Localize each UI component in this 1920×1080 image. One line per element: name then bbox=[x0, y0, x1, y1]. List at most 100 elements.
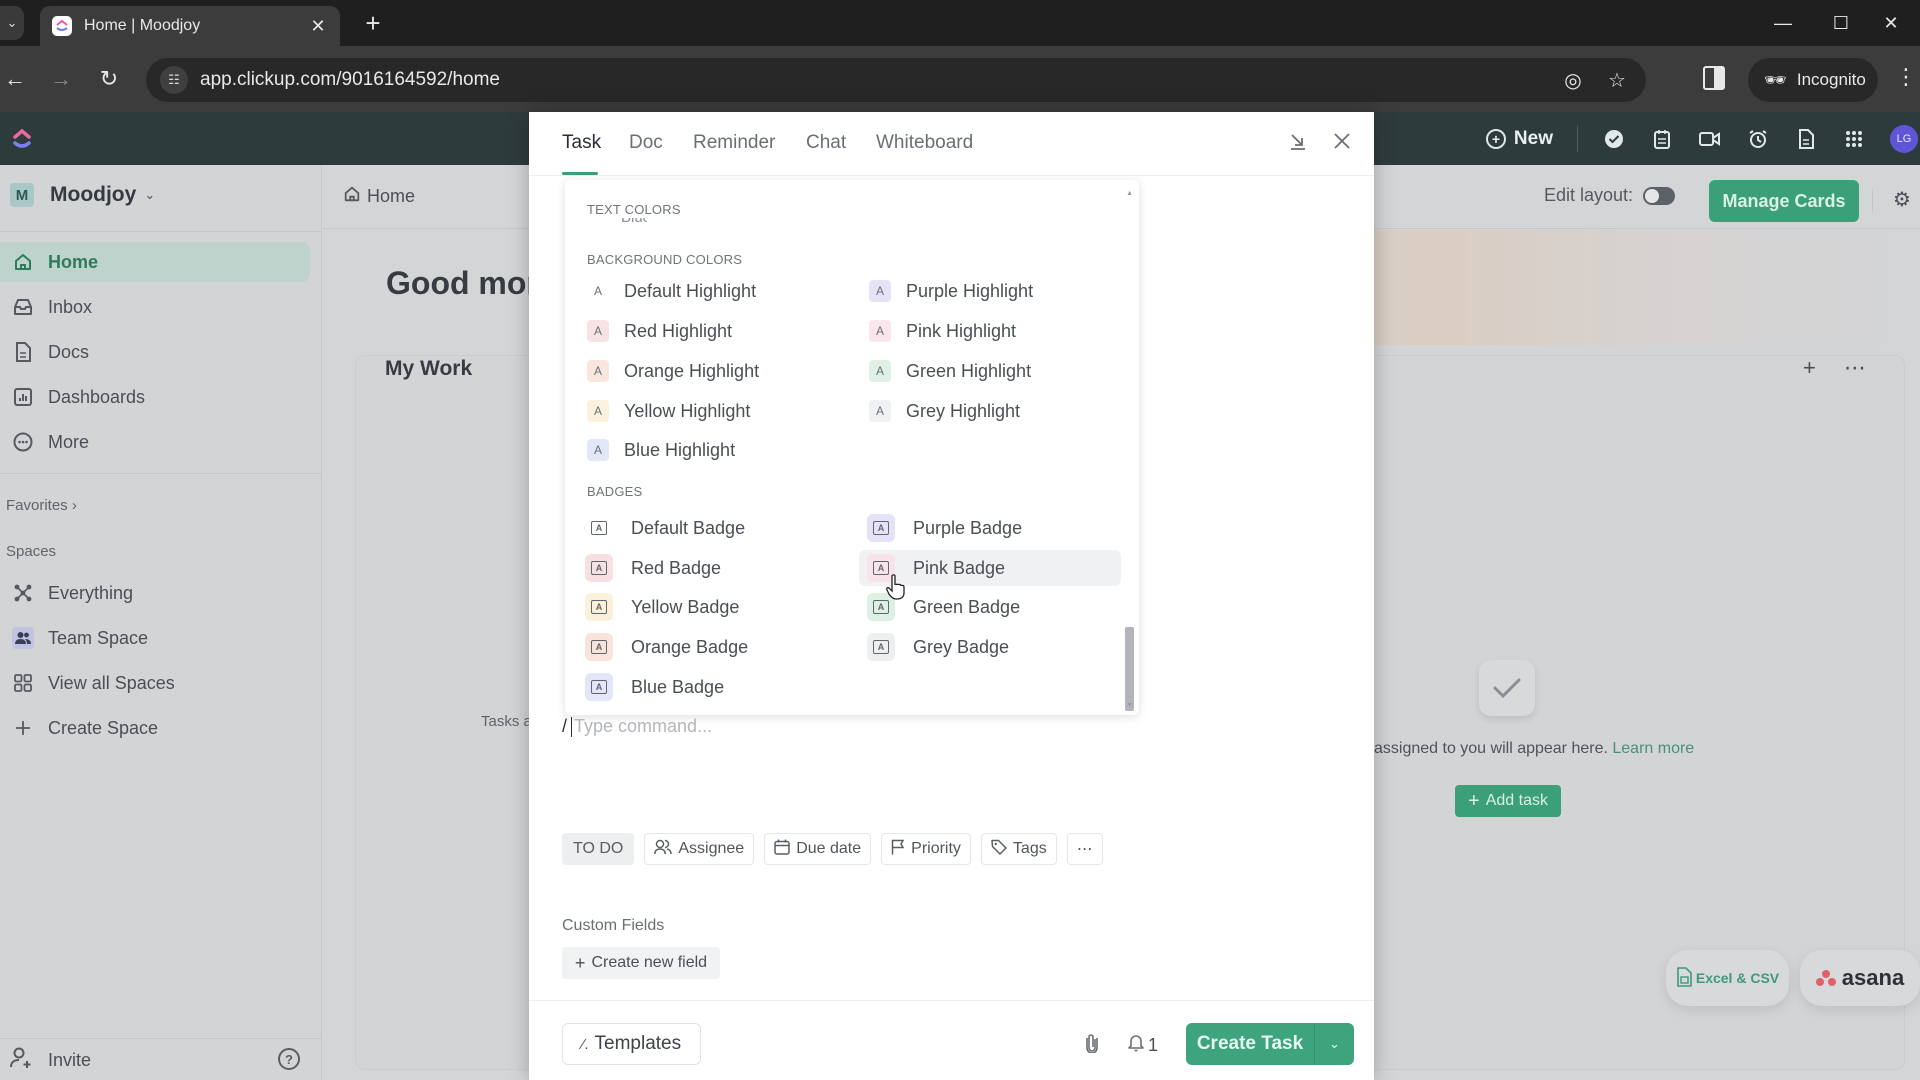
side-panel-icon[interactable] bbox=[1703, 66, 1725, 90]
grey-highlight-option[interactable]: A Grey Highlight bbox=[867, 393, 1127, 429]
clickup-logo-icon[interactable] bbox=[10, 125, 34, 153]
tracking-protection-eye-off-icon[interactable]: ◎ bbox=[1558, 68, 1588, 93]
video-icon[interactable] bbox=[1698, 127, 1722, 151]
tab-close-icon[interactable]: ✕ bbox=[308, 16, 328, 37]
incognito-badge[interactable]: 🕶 Incognito bbox=[1748, 58, 1878, 102]
tab-whiteboard[interactable]: Whiteboard bbox=[876, 132, 973, 154]
yellow-badge-option[interactable]: A Yellow Badge bbox=[585, 589, 845, 625]
sidebar-create-space[interactable]: Create Space bbox=[0, 708, 310, 748]
active-tab-indicator bbox=[562, 172, 598, 175]
purple-highlight-option[interactable]: A Purple Highlight bbox=[867, 273, 1127, 309]
tab-reminder[interactable]: Reminder bbox=[693, 132, 775, 154]
badge-swatch-icon: A bbox=[585, 514, 613, 542]
check-circle-icon[interactable] bbox=[1602, 127, 1626, 151]
tab-doc[interactable]: Doc bbox=[629, 132, 663, 154]
notification-bell-button[interactable]: 1 bbox=[1128, 1033, 1158, 1057]
sidebar-view-all-spaces[interactable]: View all Spaces bbox=[0, 663, 310, 703]
sidebar-divider bbox=[0, 473, 322, 474]
assignee-button[interactable]: Assignee bbox=[644, 833, 755, 865]
new-button[interactable]: + New bbox=[1485, 128, 1553, 150]
minimize-modal-icon[interactable] bbox=[1289, 132, 1307, 156]
reload-button[interactable]: ↻ bbox=[94, 64, 124, 94]
forward-button[interactable]: → bbox=[46, 64, 76, 94]
sidebar-space-everything[interactable]: Everything bbox=[0, 573, 310, 613]
yellow-highlight-option[interactable]: A Yellow Highlight bbox=[585, 393, 845, 429]
browser-menu-icon[interactable]: ⋮ bbox=[1895, 64, 1917, 90]
favorites-section[interactable]: Favorites › bbox=[6, 497, 77, 514]
purple-badge-option[interactable]: A Purple Badge bbox=[867, 510, 1127, 546]
create-new-field-button[interactable]: + Create new field bbox=[562, 947, 720, 979]
import-asana-button[interactable]: asana bbox=[1800, 950, 1920, 1006]
breadcrumb[interactable]: Home bbox=[343, 185, 415, 208]
close-window-button[interactable]: ✕ bbox=[1862, 0, 1920, 46]
url-text[interactable]: app.clickup.com/9016164592/home bbox=[200, 69, 1558, 91]
more-properties-button[interactable]: ⋯ bbox=[1066, 833, 1103, 865]
sidebar-item-dashboards[interactable]: Dashboards bbox=[0, 377, 310, 417]
sidebar-item-home[interactable]: Home bbox=[0, 242, 310, 282]
due-date-button[interactable]: Due date bbox=[764, 833, 872, 865]
document-icon[interactable] bbox=[1794, 127, 1818, 151]
default-badge-option[interactable]: A Default Badge bbox=[585, 510, 845, 546]
back-button[interactable]: ← bbox=[0, 64, 30, 94]
edit-layout: Edit layout: bbox=[1544, 185, 1676, 206]
omnibox[interactable]: ☷ app.clickup.com/9016164592/home ◎ ☆ bbox=[146, 58, 1646, 102]
asana-logo-icon bbox=[1815, 970, 1836, 986]
create-task-split-button: Create Task ⌄ bbox=[1186, 1023, 1354, 1065]
create-task-options-chevron-icon[interactable]: ⌄ bbox=[1315, 1023, 1354, 1065]
notepad-icon[interactable] bbox=[1650, 127, 1674, 151]
text-color-item-cut[interactable]: Blue bbox=[587, 218, 647, 226]
browser-tab[interactable]: Home | Moodjoy ✕ bbox=[40, 6, 340, 46]
sidebar-item-docs[interactable]: Docs bbox=[0, 332, 310, 372]
orange-badge-option[interactable]: A Orange Badge bbox=[585, 629, 845, 665]
new-tab-button[interactable]: + bbox=[358, 8, 388, 38]
default-highlight-option[interactable]: A Default Highlight bbox=[585, 273, 845, 309]
blue-highlight-option[interactable]: A Blue Highlight bbox=[585, 432, 845, 468]
red-badge-option[interactable]: A Red Badge bbox=[585, 550, 845, 586]
tab-task[interactable]: Task bbox=[562, 132, 601, 154]
bookmark-star-icon[interactable]: ☆ bbox=[1602, 68, 1632, 93]
assignee-label: Assignee bbox=[678, 840, 745, 857]
templates-button[interactable]: ⁄. Templates bbox=[562, 1023, 701, 1065]
popover-scrollbar[interactable] bbox=[1125, 627, 1134, 711]
workspace-switcher[interactable]: M Moodjoy ⌄ bbox=[10, 183, 155, 207]
slash-command-popover: TEXT COLORS Blue BACKGROUND COLORS A Def… bbox=[565, 180, 1139, 715]
blue-badge-option[interactable]: A Blue Badge bbox=[585, 669, 845, 705]
green-highlight-option[interactable]: A Green Highlight bbox=[867, 353, 1127, 389]
card-add-icon[interactable]: + bbox=[1803, 355, 1816, 381]
green-badge-option[interactable]: A Green Badge bbox=[867, 589, 1127, 625]
site-info-icon[interactable]: ☷ bbox=[160, 66, 188, 94]
alarm-clock-icon[interactable] bbox=[1746, 127, 1770, 151]
close-modal-icon[interactable] bbox=[1333, 132, 1351, 156]
tab-chat[interactable]: Chat bbox=[806, 132, 846, 154]
attachment-paperclip-icon[interactable] bbox=[1085, 1033, 1099, 1058]
orange-highlight-option[interactable]: A Orange Highlight bbox=[585, 353, 845, 389]
sidebar-item-inbox[interactable]: Inbox bbox=[0, 287, 310, 327]
help-icon[interactable]: ? bbox=[278, 1048, 300, 1070]
tab-search-button[interactable]: ⌄ bbox=[0, 6, 24, 40]
scroll-up-arrow-icon[interactable]: ▲ bbox=[1126, 190, 1133, 197]
red-highlight-option[interactable]: A Red Highlight bbox=[585, 313, 845, 349]
create-task-button[interactable]: Create Task bbox=[1186, 1023, 1314, 1065]
minimize-button[interactable]: — bbox=[1754, 0, 1812, 46]
sidebar-item-more[interactable]: More bbox=[0, 422, 310, 462]
status-button[interactable]: TO DO bbox=[562, 833, 635, 865]
pink-highlight-option[interactable]: A Pink Highlight bbox=[867, 313, 1127, 349]
user-avatar[interactable]: LG bbox=[1890, 124, 1918, 153]
card-more-icon[interactable]: ⋯ bbox=[1844, 355, 1866, 381]
badge-swatch-icon: A bbox=[585, 593, 613, 621]
invite-button[interactable]: Invite bbox=[10, 1047, 91, 1074]
scroll-down-arrow-icon[interactable]: ▼ bbox=[1126, 702, 1133, 709]
priority-button[interactable]: Priority bbox=[881, 833, 971, 865]
learn-more-link[interactable]: Learn more bbox=[1612, 740, 1694, 757]
command-input[interactable]: / Type command... bbox=[562, 716, 712, 737]
apps-grid-icon[interactable] bbox=[1842, 127, 1866, 151]
import-excel-csv-button[interactable]: Excel & CSV bbox=[1666, 950, 1789, 1006]
edit-layout-toggle[interactable] bbox=[1643, 186, 1676, 205]
gear-icon[interactable]: ⚙ bbox=[1893, 187, 1911, 212]
tags-button[interactable]: Tags bbox=[980, 833, 1057, 865]
grey-badge-option[interactable]: A Grey Badge bbox=[867, 629, 1127, 665]
docs-icon bbox=[12, 341, 34, 363]
manage-cards-button[interactable]: Manage Cards bbox=[1709, 180, 1859, 222]
add-task-button[interactable]: + Add task bbox=[1455, 785, 1561, 817]
sidebar-space-team-space[interactable]: Team Space bbox=[0, 618, 310, 658]
